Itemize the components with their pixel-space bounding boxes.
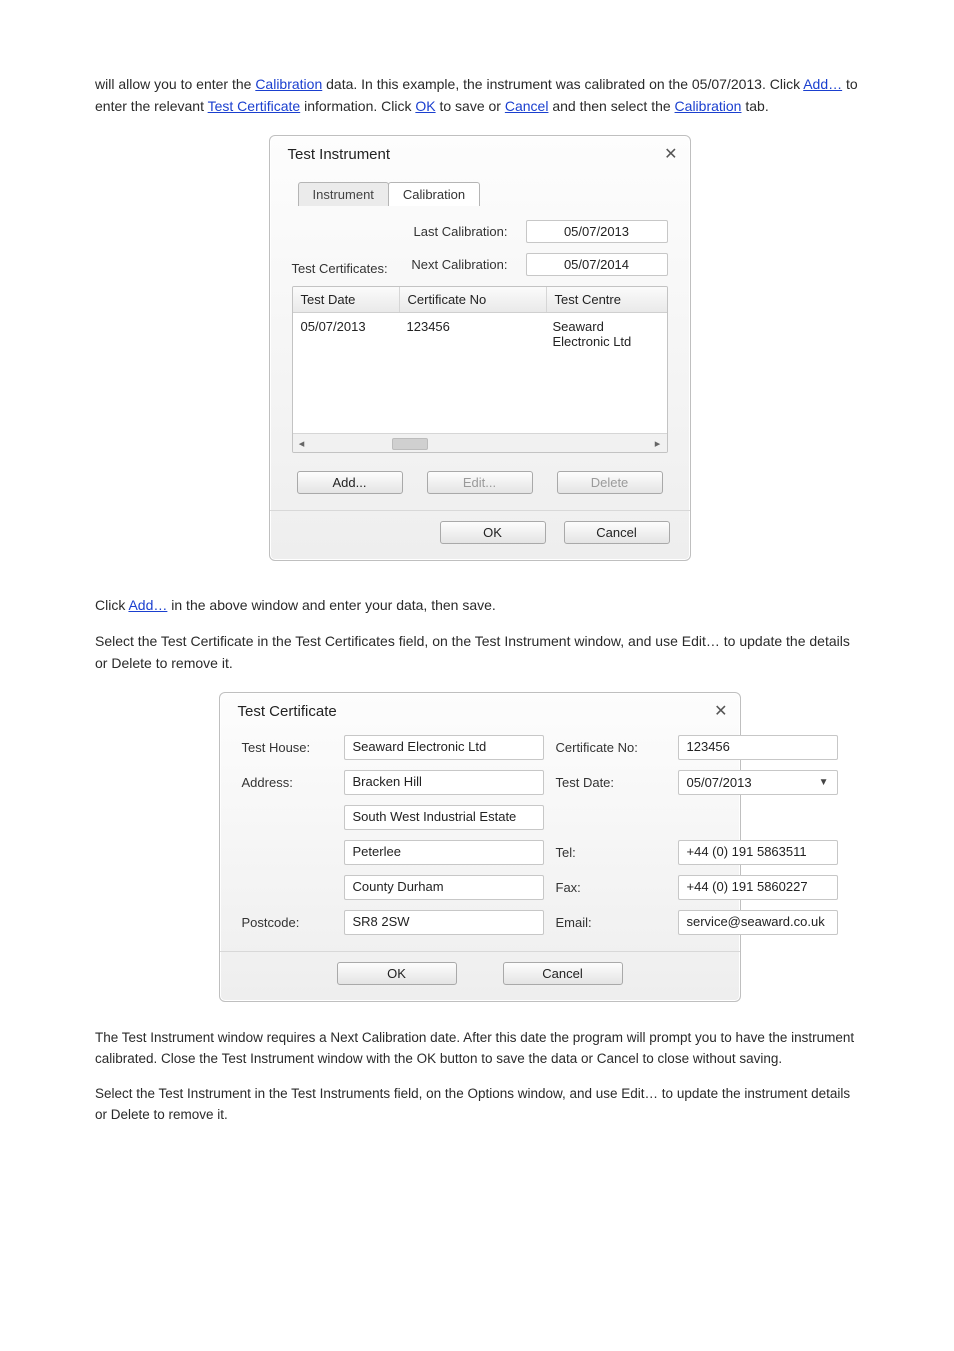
cell-test-date: 05/07/2013: [293, 313, 399, 355]
bottom-paragraphs: The Test Instrument window requires a Ne…: [95, 1028, 864, 1126]
intro-text5: to save or: [439, 98, 504, 114]
test-certificate-dialog: Test Certificate ✕ Test House: Seaward E…: [219, 692, 741, 1002]
intro-text2: data. In this example, the instrument wa…: [326, 76, 803, 92]
intro-link-add[interactable]: Add…: [803, 76, 842, 92]
cell-test-centre: Seaward Electronic Ltd: [545, 313, 667, 355]
intro-link-ok[interactable]: OK: [415, 98, 435, 114]
label-test-house: Test House:: [242, 740, 332, 755]
col-header-certificate-no[interactable]: Certificate No: [400, 287, 547, 312]
delete-button[interactable]: Delete: [557, 471, 663, 494]
scroll-thumb[interactable]: [392, 438, 428, 450]
intro-link-cancel[interactable]: Cancel: [505, 98, 549, 114]
bottom-text-2: Select the Test Instrument in the Test I…: [95, 1084, 864, 1126]
certificates-table: Test Date Certificate No Test Centre 05/…: [292, 286, 668, 453]
ok-button[interactable]: OK: [337, 962, 457, 985]
test-date-value: 05/07/2013: [687, 775, 752, 790]
label-postcode: Postcode:: [242, 915, 332, 930]
label-fax: Fax:: [556, 880, 666, 895]
edit-button[interactable]: Edit...: [427, 471, 533, 494]
intro-text6: and then select the: [552, 98, 674, 114]
intro-text: will allow you to enter the: [95, 76, 255, 92]
dialog-title-2: Test Certificate: [238, 703, 337, 720]
cancel-button[interactable]: Cancel: [564, 521, 670, 544]
label-certificate-no: Certificate No:: [556, 740, 666, 755]
chevron-down-icon[interactable]: ▼: [819, 777, 829, 788]
label-address: Address:: [242, 775, 332, 790]
intro-link-calibration-2[interactable]: Calibration: [675, 98, 742, 114]
add-button[interactable]: Add...: [297, 471, 403, 494]
close-icon[interactable]: ✕: [714, 701, 727, 721]
bottom-text-1: The Test Instrument window requires a Ne…: [95, 1028, 864, 1070]
cell-certificate-no: 123456: [399, 313, 545, 355]
tab-calibration[interactable]: Calibration: [388, 182, 480, 206]
next-calibration-label: Next Calibration:: [398, 257, 507, 272]
intro-text4: information. Click: [304, 98, 415, 114]
intro-link-test-certificate[interactable]: Test Certificate: [208, 98, 301, 114]
input-address-3[interactable]: Peterlee: [344, 840, 544, 865]
cancel-button[interactable]: Cancel: [503, 962, 623, 985]
scroll-left-icon[interactable]: ◂: [293, 437, 311, 450]
col-header-test-centre[interactable]: Test Centre: [547, 287, 667, 312]
next-calibration-value[interactable]: 05/07/2014: [526, 253, 668, 276]
col-header-test-date[interactable]: Test Date: [293, 287, 400, 312]
last-calibration-label: Last Calibration:: [412, 224, 508, 239]
input-test-date[interactable]: 05/07/2013 ▼: [678, 770, 838, 795]
mid-text-b: in the above window and enter your data,…: [171, 597, 496, 613]
input-tel[interactable]: +44 (0) 191 5863511: [678, 840, 838, 865]
table-row[interactable]: 05/07/2013 123456 Seaward Electronic Ltd: [293, 313, 667, 355]
scroll-right-icon[interactable]: ▸: [649, 437, 667, 450]
label-test-date: Test Date:: [556, 775, 666, 790]
intro-paragraph: will allow you to enter the Calibration …: [95, 74, 864, 117]
dialog-title: Test Instrument: [288, 146, 391, 163]
horizontal-scrollbar[interactable]: ◂ ▸: [293, 433, 667, 452]
tab-instrument[interactable]: Instrument: [298, 182, 389, 206]
input-email[interactable]: service@seaward.co.uk: [678, 910, 838, 935]
last-calibration-value: 05/07/2013: [526, 220, 668, 243]
mid-paragraphs: Click Add… in the above window and enter…: [95, 595, 864, 674]
intro-link-calibration[interactable]: Calibration: [255, 76, 322, 92]
input-fax[interactable]: +44 (0) 191 5860227: [678, 875, 838, 900]
test-instrument-dialog: Test Instrument ✕ Instrument Calibration…: [269, 135, 691, 561]
mid-text-2: Select the Test Certificate in the Test …: [95, 631, 864, 674]
mid-link-add[interactable]: Add…: [128, 597, 167, 613]
label-tel: Tel:: [556, 845, 666, 860]
label-email: Email:: [556, 915, 666, 930]
input-address-2[interactable]: South West Industrial Estate: [344, 805, 544, 830]
input-address-4[interactable]: County Durham: [344, 875, 544, 900]
input-test-house[interactable]: Seaward Electronic Ltd: [344, 735, 544, 760]
ok-button[interactable]: OK: [440, 521, 546, 544]
intro-text7: tab.: [745, 98, 768, 114]
mid-text-a: Click: [95, 597, 128, 613]
close-icon[interactable]: ✕: [664, 144, 677, 164]
input-postcode[interactable]: SR8 2SW: [344, 910, 544, 935]
input-address-1[interactable]: Bracken Hill: [344, 770, 544, 795]
input-certificate-no[interactable]: 123456: [678, 735, 838, 760]
